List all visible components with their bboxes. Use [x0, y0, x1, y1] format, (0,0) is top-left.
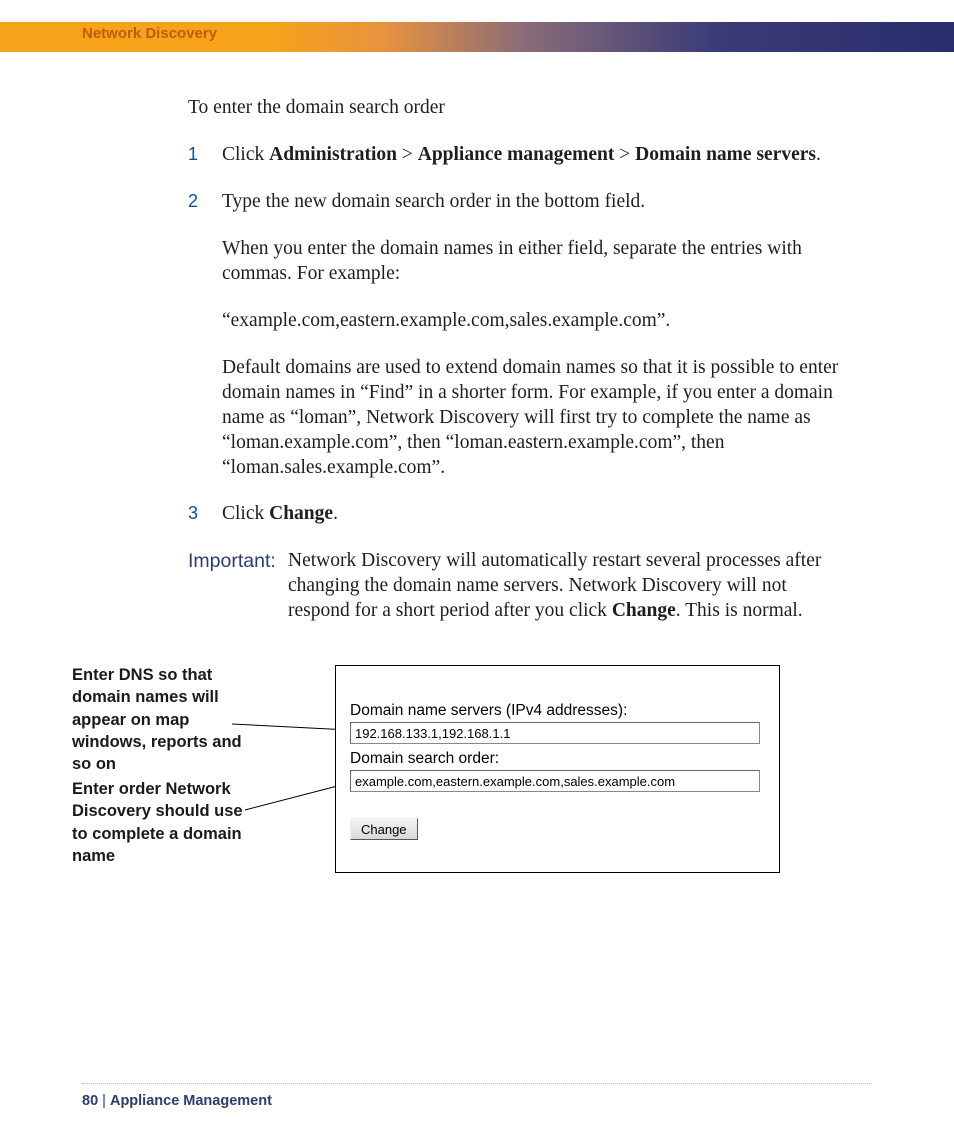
document-page: { "header": { "section": "Network Discov…	[0, 0, 954, 1145]
callout-search-order: Enter order Network Discovery should use…	[72, 778, 252, 867]
footer-title: Appliance Management	[110, 1093, 272, 1109]
paragraph: When you enter the domain names in eithe…	[222, 237, 848, 287]
step-body: Click Change.	[222, 502, 848, 527]
step-1: 1 Click Administration > Appliance manag…	[188, 143, 848, 168]
important-body: Network Discovery will automatically res…	[288, 549, 848, 624]
main-content: To enter the domain search order 1 Click…	[188, 96, 848, 624]
change-button[interactable]: Change	[350, 818, 418, 840]
paragraph: “example.com,eastern.example.com,sales.e…	[222, 309, 848, 334]
step-body: Click Administration > Appliance managem…	[222, 143, 848, 168]
header-bar: Network Discovery	[0, 22, 954, 52]
step-number: 1	[188, 143, 222, 166]
text: Click	[222, 144, 269, 165]
step-body: Type the new domain search order in the …	[222, 190, 848, 481]
steps-list: 1 Click Administration > Appliance manag…	[188, 143, 848, 527]
dns-servers-input[interactable]	[350, 722, 760, 744]
important-note: Important: Network Discovery will automa…	[188, 549, 848, 624]
header-section-label: Network Discovery	[82, 25, 217, 42]
text: .	[333, 503, 338, 524]
text: >	[614, 144, 635, 165]
domain-search-order-label: Domain search order:	[350, 750, 765, 768]
important-label: Important:	[188, 549, 288, 574]
text: . This is normal.	[676, 600, 803, 621]
step-2: 2 Type the new domain search order in th…	[188, 190, 848, 481]
breadcrumb-part: Appliance management	[418, 144, 615, 165]
domain-search-order-input[interactable]	[350, 770, 760, 792]
breadcrumb-part: Domain name servers	[635, 144, 816, 165]
step-3: 3 Click Change.	[188, 502, 848, 527]
paragraph: Default domains are used to extend domai…	[222, 356, 848, 481]
dns-form-panel: Domain name servers (IPv4 addresses): Do…	[335, 665, 780, 873]
breadcrumb-part: Administration	[269, 144, 397, 165]
text: >	[397, 144, 418, 165]
dns-servers-label: Domain name servers (IPv4 addresses):	[350, 702, 765, 720]
text: Click	[222, 503, 269, 524]
text: .	[816, 144, 821, 165]
change-bold: Change	[612, 600, 676, 621]
step-number: 2	[188, 190, 222, 213]
step-number: 3	[188, 502, 222, 525]
page-number: 80	[82, 1093, 98, 1109]
page-footer: 80 | Appliance Management	[82, 1093, 272, 1109]
paragraph: Type the new domain search order in the …	[222, 190, 848, 215]
intro-paragraph: To enter the domain search order	[188, 96, 848, 121]
callout-dns: Enter DNS so that domain names will appe…	[72, 664, 252, 775]
change-bold: Change	[269, 503, 333, 524]
footer-rule	[82, 1083, 872, 1084]
footer-separator: |	[98, 1093, 110, 1109]
